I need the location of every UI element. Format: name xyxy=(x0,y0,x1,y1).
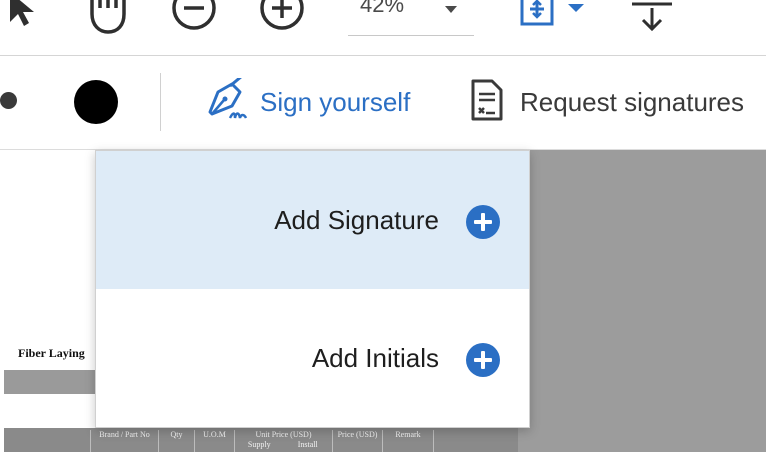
toolbar-divider xyxy=(160,73,161,131)
table-header-brand: Brand / Part No xyxy=(90,430,158,452)
hand-pan-icon[interactable] xyxy=(84,0,132,41)
zoom-level-value: 42% xyxy=(360,0,405,17)
arrow-pointer-icon[interactable] xyxy=(6,0,38,33)
add-signature-item[interactable]: Add Signature xyxy=(96,151,529,289)
add-initials-label: Add Initials xyxy=(311,343,439,373)
table-header-qty: Qty xyxy=(158,430,194,452)
document-signature-icon xyxy=(470,78,504,127)
scroll-down-icon[interactable] xyxy=(628,0,676,41)
main-toolbar: 42% xyxy=(0,0,766,56)
chevron-down-icon xyxy=(444,2,458,20)
line-weight-swatch[interactable] xyxy=(0,92,17,109)
zoom-out-icon[interactable] xyxy=(170,0,218,41)
fit-page-icon[interactable] xyxy=(518,0,588,41)
request-signatures-label: Request signatures xyxy=(520,86,745,117)
sign-yourself-button[interactable]: Sign yourself xyxy=(202,74,411,127)
zoom-in-icon[interactable] xyxy=(258,0,306,41)
sign-yourself-menu: Add Signature Add Initials xyxy=(95,150,530,428)
table-header-unit-price: Unit Price (USD) Supply Install xyxy=(234,430,332,452)
plus-circle-icon[interactable] xyxy=(466,205,500,239)
zoom-level-dropdown[interactable]: 42% xyxy=(348,0,474,36)
app-window: 42% Sign yourself Request signatures Fib… xyxy=(0,0,766,452)
table-section-band xyxy=(4,370,108,394)
request-signatures-button[interactable]: Request signatures xyxy=(470,78,744,126)
pen-sign-icon xyxy=(202,74,248,127)
table-header-uom: U.O.M xyxy=(194,430,234,452)
unit-price-supply: Supply xyxy=(247,440,271,449)
unit-price-install: Install xyxy=(297,440,318,449)
color-swatch-black[interactable] xyxy=(74,80,118,124)
plus-circle-icon[interactable] xyxy=(466,343,500,377)
add-initials-item[interactable]: Add Initials xyxy=(96,289,529,427)
document-heading: Fiber Laying xyxy=(18,346,85,360)
unit-price-subheaders: Supply Install xyxy=(235,440,332,450)
unit-price-title: Unit Price (USD) xyxy=(255,430,312,439)
table-header-remark: Remark xyxy=(382,430,434,452)
fill-sign-toolbar: Sign yourself Request signatures xyxy=(0,56,766,150)
table-header-price: Price (USD) xyxy=(332,430,382,452)
add-signature-label: Add Signature xyxy=(274,205,439,235)
sign-yourself-label: Sign yourself xyxy=(260,86,411,117)
